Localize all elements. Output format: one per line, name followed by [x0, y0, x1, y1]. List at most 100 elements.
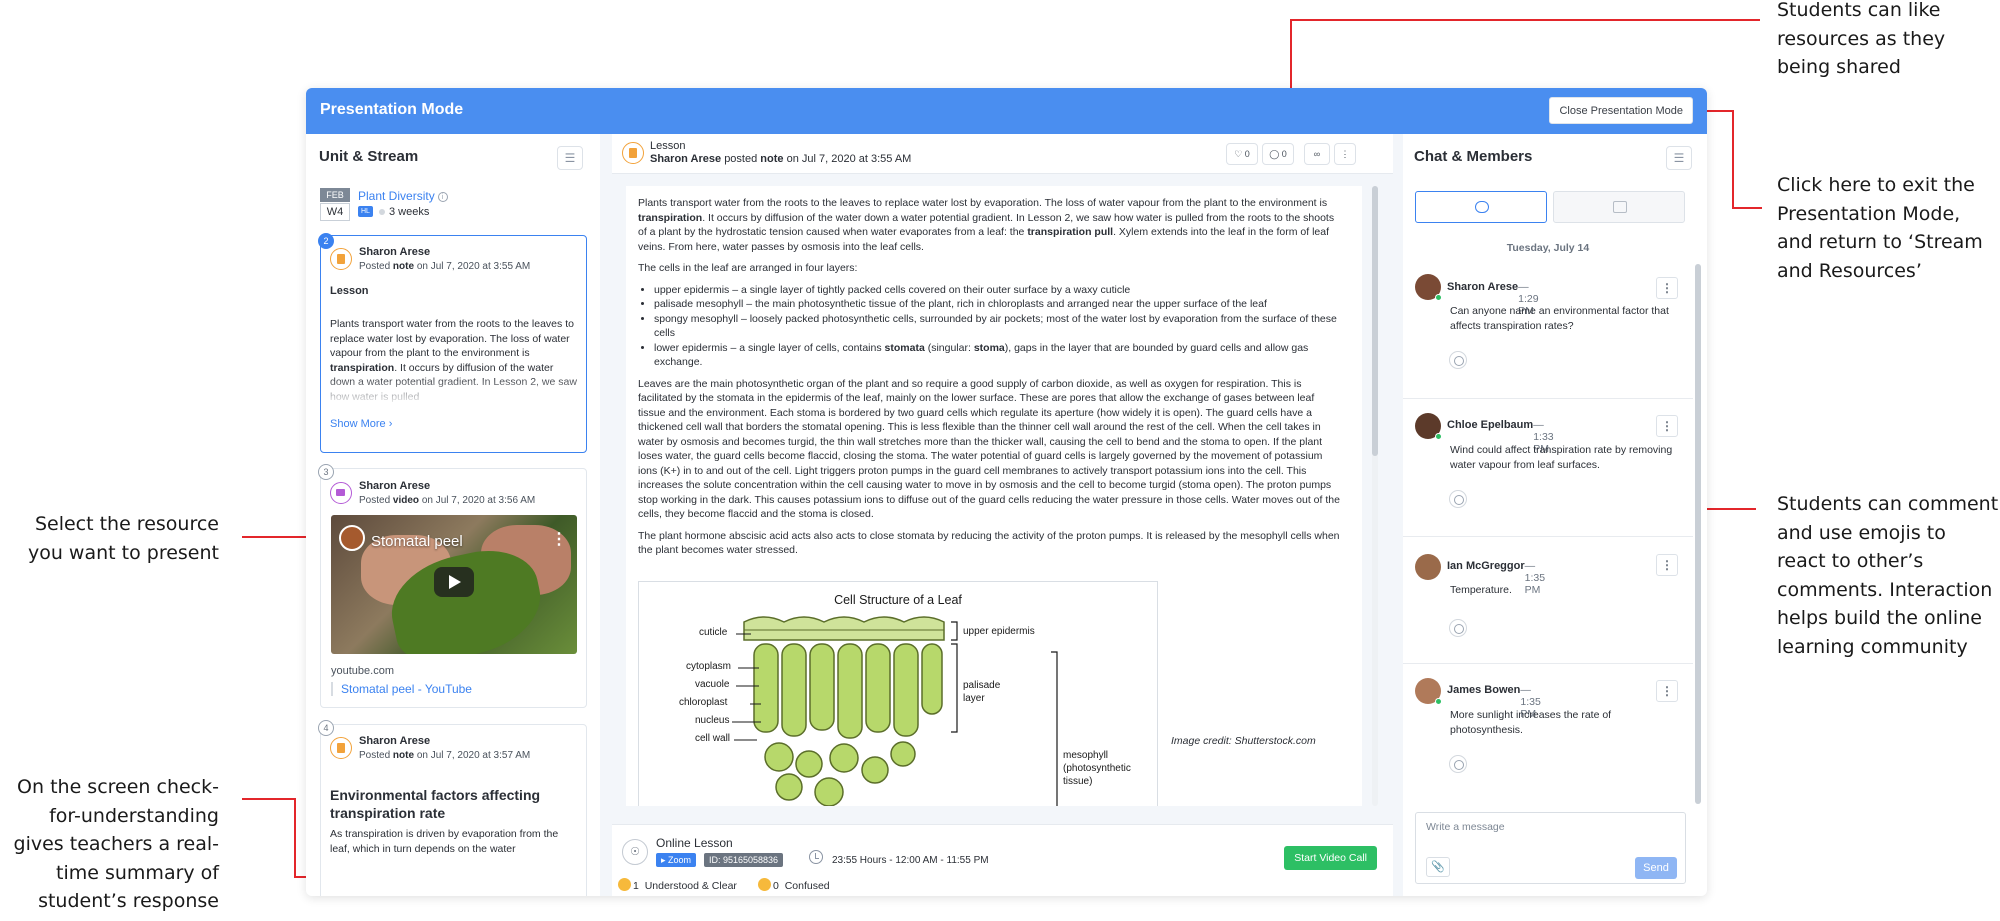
like-button[interactable]: ♡ 0	[1226, 143, 1258, 165]
unit-month: FEB	[320, 188, 350, 202]
list-icon: ☰	[1673, 151, 1685, 165]
resource-card-note[interactable]: 4 Sharon Arese Posted note on Jul 7, 202…	[318, 720, 587, 896]
label-vacuole: vacuole	[695, 679, 730, 690]
link-icon: ∞	[1313, 149, 1321, 159]
platform-badge: ▸ Zoom	[656, 853, 697, 867]
image-credit: Image credit: Shutterstock.com	[1171, 735, 1316, 747]
chat-message: Sharon Arese — 1:29 PM ⋮ Can anyone name…	[1403, 262, 1693, 399]
message-author: James Bowen — 1:35 PM	[1447, 684, 1541, 720]
like-count: 0	[1244, 149, 1250, 159]
emoji-react-icon[interactable]	[1449, 490, 1467, 508]
more-vertical-icon[interactable]: ⋮	[551, 529, 567, 549]
message-options-button[interactable]: ⋮	[1656, 415, 1678, 437]
top-bar: Presentation Mode Close Presentation Mod…	[306, 88, 1707, 134]
resource-author: Sharon Arese	[359, 246, 431, 258]
annotation-like: Students can like resources as they bein…	[1777, 0, 1946, 78]
content-scrollbar-thumb[interactable]	[1372, 186, 1378, 456]
resource-posted: Posted note on Jul 7, 2020 at 3:55 AM	[359, 261, 531, 272]
message-composer: Write a message 📎 Send	[1415, 812, 1686, 884]
comment-count: 0	[1281, 149, 1287, 159]
lesson-time: 23:55 Hours - 12:00 AM - 11:55 PM	[832, 855, 989, 866]
annotation-close: Click here to exit the Presentation Mode…	[1777, 174, 1983, 282]
resource-author: Sharon Arese	[359, 480, 431, 492]
more-vertical-icon: ⋮	[1340, 149, 1350, 159]
label-palisade-layer: layer	[963, 693, 985, 704]
label-cuticle: cuticle	[699, 627, 728, 638]
chat-scrollbar-thumb[interactable]	[1695, 264, 1701, 804]
collapse-panel-button[interactable]: ☰	[557, 146, 583, 170]
chat-date-divider: Tuesday, July 14	[1506, 242, 1590, 254]
note-icon	[330, 737, 352, 759]
confused-reaction[interactable]: 0 Confused	[758, 878, 830, 892]
resource-number-badge: 4	[318, 720, 334, 736]
label-chloroplast: chloroplast	[679, 697, 728, 708]
send-button[interactable]: Send	[1635, 857, 1677, 879]
message-options-button[interactable]: ⋮	[1656, 554, 1678, 576]
show-more-link[interactable]: Show More ›	[330, 418, 392, 430]
resource-heading: Environmental factors affecting transpir…	[330, 787, 541, 821]
connector-close-v	[1732, 110, 1734, 209]
resource-kind: Lesson	[650, 140, 686, 152]
resource-card-active[interactable]: 2 Sharon Arese Posted note on Jul 7, 202…	[318, 233, 587, 453]
online-status-dot	[1435, 294, 1442, 301]
label-mesophyll-2: (photosynthetic	[1063, 763, 1131, 774]
video-link[interactable]: Stomatal peel - YouTube	[331, 682, 472, 696]
unit-name-link[interactable]: Plant Diversity i	[358, 189, 448, 203]
confused-face-icon	[758, 878, 771, 891]
emoji-react-icon[interactable]	[1449, 619, 1467, 637]
resource-number-badge: 2	[318, 233, 334, 249]
online-lesson-bar: ☉ Online Lesson ▸ Zoom ID: 95165058836 2…	[612, 824, 1393, 896]
emoji-react-icon[interactable]	[1449, 351, 1467, 369]
message-options-button[interactable]: ⋮	[1656, 277, 1678, 299]
content-area: Plants transport water from the roots to…	[612, 174, 1393, 824]
presentation-window: Presentation Mode Close Presentation Mod…	[306, 88, 1707, 896]
resource-author: Sharon Arese	[359, 735, 431, 747]
note-icon	[622, 142, 644, 164]
label-mesophyll-3: tissue)	[1063, 776, 1093, 787]
collapse-chat-button[interactable]: ☰	[1666, 146, 1692, 170]
resource-number-badge: 3	[318, 464, 334, 480]
emoji-react-icon[interactable]	[1449, 755, 1467, 773]
unit-stream-panel: Unit & Stream ☰ FEB W4 Plant Diversity i …	[306, 134, 600, 896]
resource-posted: Posted video on Jul 7, 2020 at 3:56 AM	[359, 495, 536, 506]
attachment-button[interactable]: 📎	[1426, 857, 1450, 877]
unit-name-label: Plant Diversity	[358, 189, 435, 203]
meeting-id-badge: ID: 95165058836	[704, 853, 784, 867]
channel-avatar	[339, 525, 365, 551]
chevron-right-icon: ›	[388, 418, 393, 430]
unit-week: W4	[320, 203, 350, 221]
play-icon[interactable]	[434, 567, 474, 597]
members-icon	[1613, 201, 1627, 213]
resource-heading: Lesson	[330, 285, 369, 297]
chat-message: Ian McGreggor — 1:35 PM ⋮ Temperature.	[1403, 537, 1693, 664]
video-camera-icon: ▸	[661, 855, 666, 865]
presentation-content: Lesson Sharon Arese posted note on Jul 7…	[612, 134, 1393, 896]
online-status-dot	[1435, 433, 1442, 440]
close-presentation-button[interactable]: Close Presentation Mode	[1549, 97, 1693, 124]
chat-message: Chloe Epelbaum — 1:33 PM ⋮ Wind could af…	[1403, 399, 1693, 537]
label-cytoplasm: cytoplasm	[686, 661, 732, 672]
copy-link-button[interactable]: ∞	[1304, 143, 1330, 165]
video-thumbnail[interactable]: Stomatal peel ⋮	[331, 515, 577, 654]
tab-members[interactable]	[1553, 191, 1685, 223]
comment-button[interactable]: ◯ 0	[1262, 143, 1294, 165]
label-upper-epidermis: upper epidermis	[963, 626, 1035, 637]
more-options-button[interactable]: ⋮	[1334, 143, 1356, 165]
lesson-content: Plants transport water from the roots to…	[626, 186, 1362, 806]
message-options-button[interactable]: ⋮	[1656, 680, 1678, 702]
understood-reaction[interactable]: 1 Understood & Clear	[618, 878, 737, 892]
annotation-select: Select the resource you want to present	[27, 513, 219, 564]
level-badge: HL	[358, 206, 373, 217]
message-text: Wind could affect transpiration rate by …	[1450, 444, 1673, 471]
thumbs-up-icon	[618, 878, 631, 891]
tab-chat[interactable]	[1415, 191, 1547, 223]
list-icon: ☰	[564, 151, 576, 165]
resource-card-video[interactable]: 3 Sharon Arese Posted video on Jul 7, 20…	[318, 464, 587, 708]
label-nucleus: nucleus	[695, 715, 730, 726]
leaf-cell-diagram: Cell Structure of a Leaf cuticle cytopla…	[638, 581, 1158, 806]
info-icon[interactable]: i	[437, 192, 448, 202]
message-input[interactable]: Write a message	[1426, 821, 1505, 833]
connector-like-h	[1290, 19, 1760, 21]
resource-posted: Posted note on Jul 7, 2020 at 3:57 AM	[359, 750, 531, 761]
start-video-call-button[interactable]: Start Video Call	[1284, 846, 1377, 870]
